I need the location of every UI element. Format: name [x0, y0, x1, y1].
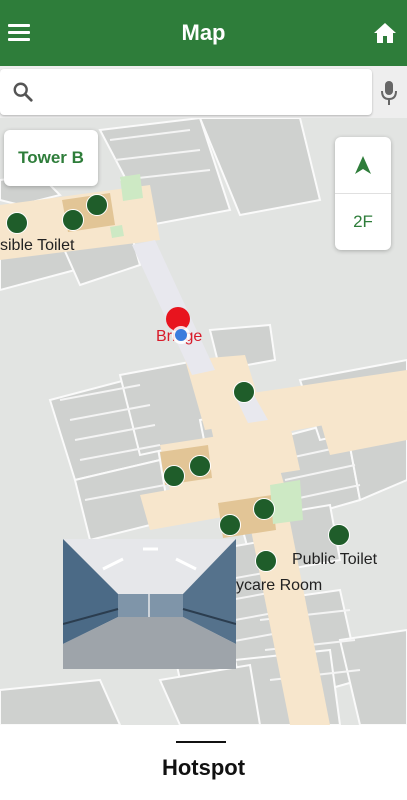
north-arrow-icon [355, 156, 371, 174]
lift-icon[interactable] [253, 498, 275, 520]
current-location-dot [172, 326, 190, 344]
compass-button[interactable] [335, 137, 391, 194]
lift-icon[interactable] [62, 209, 84, 231]
page-title: Map [181, 20, 226, 45]
lift-icon[interactable] [189, 455, 211, 477]
search-input[interactable] [44, 77, 363, 109]
app-bar: Map [0, 0, 407, 66]
public-toilet-label: Public Toilet [292, 551, 378, 568]
floor-selector[interactable]: 2F [335, 194, 391, 250]
public-toilet-icon[interactable] [328, 524, 350, 546]
mic-icon[interactable] [380, 80, 398, 106]
search-bar [0, 66, 407, 118]
hotspot-photo[interactable] [63, 539, 236, 669]
drag-handle[interactable] [176, 741, 226, 743]
home-icon[interactable] [373, 22, 397, 44]
daycare-room-label: ycare Room [236, 577, 323, 594]
bottom-sheet-title: Hotspot [161, 755, 246, 780]
lift-icon[interactable] [219, 514, 241, 536]
floor-control: 2F [335, 137, 391, 250]
accessible-toilet-icon[interactable] [6, 212, 28, 234]
search-box[interactable] [0, 69, 372, 115]
bottom-sheet[interactable]: Hotspot [0, 725, 407, 800]
building-selector[interactable]: Tower B [4, 130, 98, 186]
escalator-icon[interactable] [233, 381, 255, 403]
lift-icon[interactable] [163, 465, 185, 487]
babycare-icon[interactable] [255, 550, 277, 572]
accessible-toilet-label: sible Toilet [0, 237, 75, 254]
search-icon [13, 82, 33, 102]
lift-icon[interactable] [86, 194, 108, 216]
